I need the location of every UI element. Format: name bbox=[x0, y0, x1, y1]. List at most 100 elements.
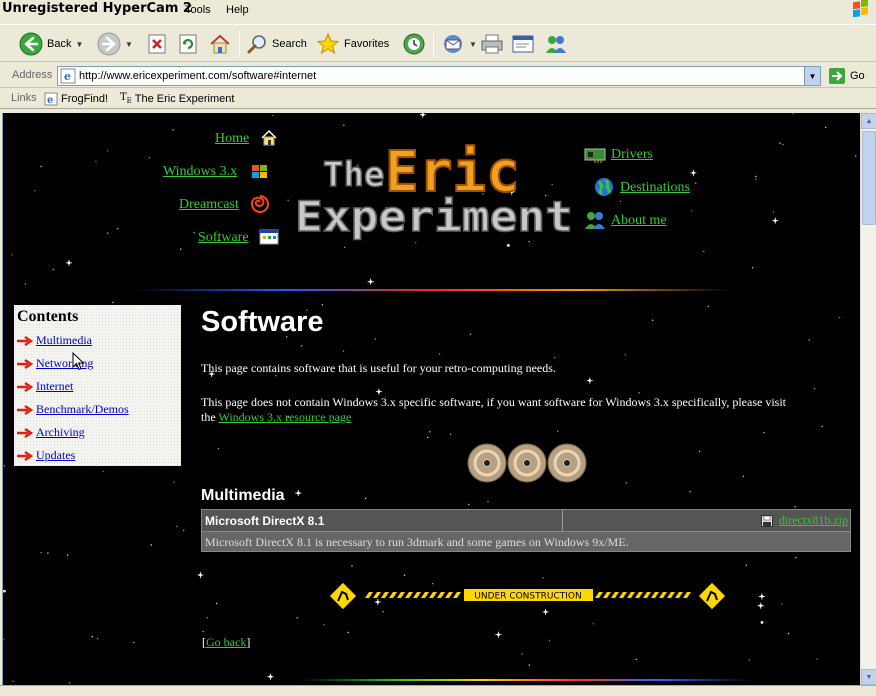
mail-dropdown-icon[interactable]: ▼ bbox=[469, 40, 477, 49]
mail-button[interactable]: ▼ bbox=[441, 30, 477, 58]
menu-help[interactable]: Help bbox=[226, 4, 249, 16]
contents-link-multimedia[interactable]: Multimedia bbox=[36, 333, 92, 348]
red-arrow-icon bbox=[17, 335, 33, 346]
contents-item-multimedia[interactable]: Multimedia bbox=[17, 333, 92, 348]
print-button[interactable] bbox=[480, 30, 504, 58]
star-icon bbox=[316, 32, 340, 55]
svg-text:e: e bbox=[47, 95, 53, 106]
messenger-button[interactable] bbox=[544, 30, 568, 58]
about-me-people-icon bbox=[585, 212, 605, 229]
forward-arrow-icon bbox=[97, 32, 121, 56]
back-label: Back bbox=[47, 38, 72, 50]
scroll-thumb[interactable] bbox=[862, 131, 876, 225]
history-button[interactable] bbox=[402, 30, 426, 58]
forward-button[interactable]: ▼ bbox=[97, 30, 133, 58]
toolbar-separator bbox=[239, 31, 240, 57]
history-icon bbox=[403, 33, 425, 55]
search-label: Search bbox=[272, 38, 307, 50]
nav-about-me[interactable]: About me bbox=[611, 213, 667, 229]
software-description: Microsoft DirectX 8.1 is necessary to ru… bbox=[201, 532, 851, 552]
back-button[interactable]: Back ▼ bbox=[19, 30, 83, 58]
scroll-down-icon[interactable]: ▼ bbox=[861, 669, 876, 685]
software-window-icon bbox=[259, 229, 279, 245]
nav-windows-3x[interactable]: Windows 3.x bbox=[163, 164, 237, 180]
red-arrow-icon bbox=[17, 450, 33, 461]
go-arrow-icon bbox=[829, 68, 845, 84]
address-url: http://www.ericexperiment.com/software#i… bbox=[79, 70, 317, 82]
status-bar bbox=[0, 685, 876, 696]
contents-item-benchmark-demos[interactable]: Benchmark/Demos bbox=[17, 402, 129, 417]
contents-title: Contents bbox=[17, 308, 79, 325]
refresh-button[interactable] bbox=[177, 30, 199, 58]
nav-drivers[interactable]: Drivers bbox=[611, 147, 653, 163]
messenger-icon bbox=[546, 36, 566, 53]
globe-icon bbox=[595, 178, 613, 196]
link-frogfind[interactable]: e FrogFind! bbox=[44, 92, 108, 106]
contents-item-updates[interactable]: Updates bbox=[17, 448, 75, 463]
dreamcast-swirl-icon bbox=[251, 195, 269, 213]
home-icon bbox=[210, 34, 230, 54]
go-label: Go bbox=[850, 70, 865, 82]
intro-text: This page contains software that is usef… bbox=[201, 361, 556, 375]
note-prefix: the bbox=[201, 410, 216, 424]
address-dropdown-icon[interactable]: ▼ bbox=[804, 67, 820, 85]
edit-button[interactable] bbox=[511, 30, 535, 58]
download-filename[interactable]: directx81b.zip bbox=[779, 513, 848, 528]
note-text-line2: the Windows 3.x resource page bbox=[201, 410, 351, 425]
download-link[interactable]: directx81b.zip bbox=[761, 513, 848, 528]
nav-dreamcast[interactable]: Dreamcast bbox=[179, 197, 239, 213]
stop-button[interactable] bbox=[146, 30, 168, 58]
contents-item-archiving[interactable]: Archiving bbox=[17, 425, 85, 440]
go-back-wrapper: [Go back] bbox=[202, 635, 250, 650]
ie-page-icon: e bbox=[60, 68, 76, 84]
contents-link-updates[interactable]: Updates bbox=[36, 448, 75, 463]
home-button[interactable] bbox=[208, 30, 232, 58]
link-eric-experiment-label: The Eric Experiment bbox=[134, 92, 235, 105]
home-icon bbox=[261, 129, 277, 146]
search-icon bbox=[247, 35, 266, 54]
windows-flag-icon bbox=[252, 165, 267, 178]
software-name: Microsoft DirectX 8.1 bbox=[205, 514, 325, 528]
address-input[interactable]: e http://www.ericexperiment.com/software… bbox=[57, 66, 821, 86]
go-back-link[interactable]: Go back bbox=[206, 635, 246, 649]
rainbow-divider bbox=[131, 289, 731, 291]
links-bar: Links e FrogFind! TE The Eric Experiment bbox=[0, 89, 876, 109]
address-label: Address bbox=[12, 69, 53, 81]
back-dropdown-icon[interactable]: ▼ bbox=[75, 40, 83, 49]
search-button[interactable]: Search bbox=[246, 30, 307, 58]
favorites-button[interactable]: Favorites bbox=[316, 30, 389, 58]
contents-link-archiving[interactable]: Archiving bbox=[36, 425, 85, 440]
web-page-viewport[interactable]: Home Windows 3.x Dreamcast Software The … bbox=[2, 113, 860, 685]
standard-toolbar: Back ▼ ▼ Search Favorites ▼ bbox=[0, 24, 876, 62]
under-construction-banner: UNDER CONSTRUCTION bbox=[329, 580, 727, 612]
title-bar: Unregistered HyperCam 2 Tools Help bbox=[0, 0, 876, 22]
contents-item-internet[interactable]: Internet bbox=[17, 379, 73, 394]
logo-the: The bbox=[323, 155, 384, 195]
stop-icon bbox=[148, 34, 166, 54]
nav-software[interactable]: Software bbox=[198, 230, 249, 246]
table-divider bbox=[562, 510, 563, 531]
vertical-scrollbar[interactable]: ▲ ▼ bbox=[860, 113, 876, 685]
nav-home[interactable]: Home bbox=[215, 131, 249, 147]
printer-icon bbox=[481, 34, 503, 54]
back-arrow-icon bbox=[19, 32, 43, 56]
eric-experiment-logo: The Eric Experiment bbox=[294, 139, 574, 241]
favorites-label: Favorites bbox=[344, 38, 390, 50]
nav-destinations[interactable]: Destinations bbox=[620, 180, 690, 196]
contents-link-benchmark-demos[interactable]: Benchmark/Demos bbox=[36, 402, 129, 417]
software-row-header: Microsoft DirectX 8.1 directx81b.zip bbox=[201, 509, 851, 532]
contents-link-internet[interactable]: Internet bbox=[36, 379, 73, 394]
red-arrow-icon bbox=[17, 358, 33, 369]
bracket-close: ] bbox=[246, 635, 251, 649]
menu-tools[interactable]: Tools bbox=[185, 4, 211, 16]
go-button[interactable]: Go bbox=[828, 67, 865, 85]
links-label: Links bbox=[11, 92, 37, 104]
address-bar: Address e http://www.ericexperiment.com/… bbox=[0, 64, 876, 88]
page-title: Software bbox=[201, 306, 324, 338]
cd-discs-icon bbox=[467, 443, 587, 483]
windows-3x-resource-link[interactable]: Windows 3.x resource page bbox=[218, 410, 351, 424]
forward-dropdown-icon[interactable]: ▼ bbox=[125, 40, 133, 49]
link-eric-experiment[interactable]: TE The Eric Experiment bbox=[120, 92, 234, 105]
refresh-icon bbox=[179, 34, 197, 54]
scroll-up-icon[interactable]: ▲ bbox=[861, 113, 876, 129]
